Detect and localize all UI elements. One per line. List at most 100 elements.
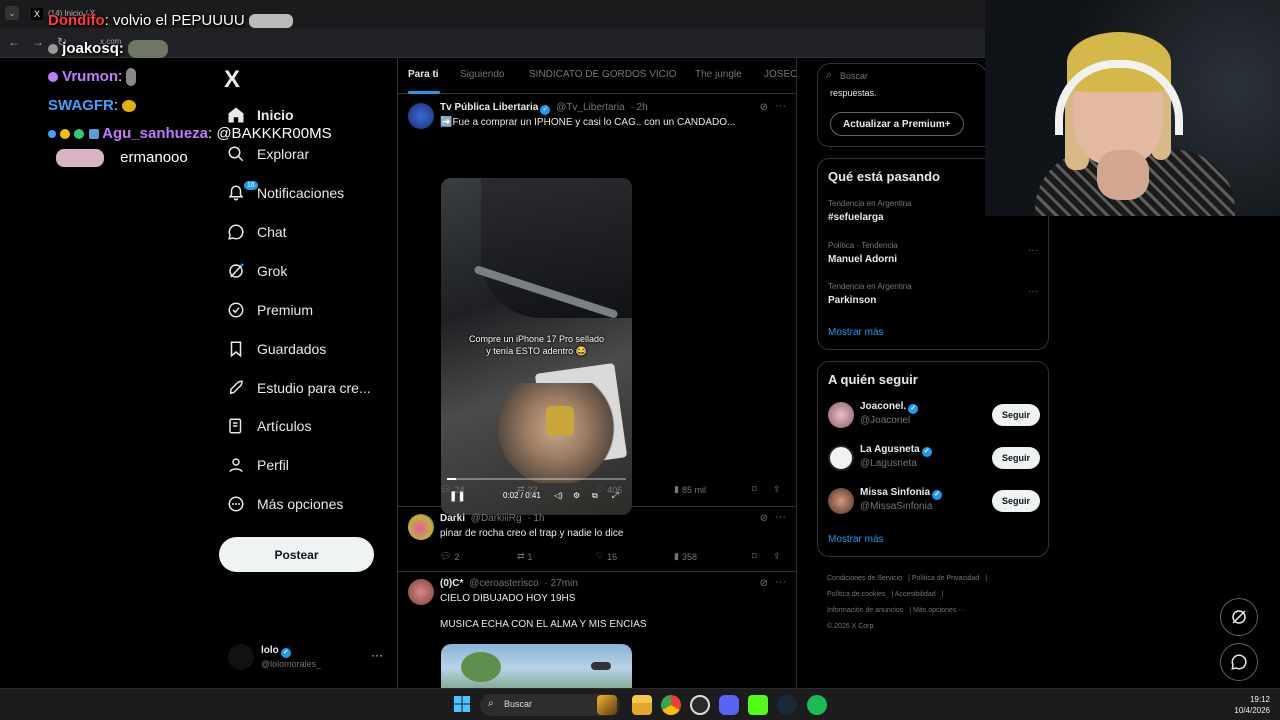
more-dots-icon[interactable]: ··· [371,648,383,662]
avatar[interactable] [408,514,434,540]
nav-profile[interactable]: Perfil [224,450,289,480]
post-button[interactable]: Postear [219,537,374,572]
repost-icon: ⇄ [517,551,525,561]
nav-creator-studio[interactable]: Estudio para cre... [224,373,371,403]
repost-button[interactable]: ⇄ 1 [517,551,533,562]
grok-fab-button[interactable] [1220,598,1258,636]
author-name[interactable]: Tv Pública Libertaria [440,102,538,113]
widget-icon[interactable] [597,695,617,715]
avatar[interactable] [828,402,854,428]
tweet[interactable]: Tv Pública Libertaria ✓ @Tv_Libertaria · … [398,96,796,515]
author-name[interactable]: (0)C* [440,578,463,589]
footer-link[interactable]: Política de Privacidad [912,575,979,582]
steam-icon[interactable] [777,695,797,715]
footer-link[interactable]: Información de anuncios [827,607,903,614]
trend-item[interactable]: Política · Tendencia Manuel Adorni ··· [828,241,1038,271]
grok-icon[interactable]: ⊘ [760,578,768,589]
show-more-trends-link[interactable]: Mostrar más [828,327,884,338]
bookmark-button[interactable]: ⌑ [752,551,757,562]
nav-grok[interactable]: Grok [224,256,287,286]
suggestion-name-text: Joaconel. [860,401,907,412]
tab-following[interactable]: Siguiendo [460,69,504,80]
webcam-overlay [985,0,1280,216]
more-dots-icon[interactable]: ··· [775,100,786,112]
windows-start-icon[interactable] [453,695,473,715]
show-more-follow-link[interactable]: Mostrar más [828,534,884,545]
suggestion-name: Joaconel. ✓ [860,401,919,414]
person-icon [224,453,248,477]
tweet[interactable]: (0)C* @ceroasterisco · 27min ⊘ ··· CIELO… [398,572,796,688]
tweet-time[interactable]: · 1h [527,513,544,524]
nav-chat[interactable]: Chat [224,217,287,247]
views-button[interactable]: ▮ 358 [674,551,697,562]
follow-button[interactable]: Seguir [991,490,1040,512]
tab-for-you[interactable]: Para ti [408,69,439,80]
footer-link[interactable]: Política de cookies [827,591,885,598]
like-button[interactable]: ♡ 16 [596,551,617,562]
nav-more-options[interactable]: Más opciones [224,489,343,519]
follow-suggestion[interactable]: Joaconel. ✓ @Joaconel Seguir [828,398,1040,432]
footer-link[interactable]: Condiciones de Servicio [827,575,902,582]
account-switcher[interactable]: lolo ✓ @lolomorales_ ··· [228,642,388,674]
trend-name: Manuel Adorni [828,254,898,265]
kick-icon[interactable] [748,695,768,715]
views-button[interactable]: ▮ 85 mil [674,484,706,495]
author-handle[interactable]: @ceroasterisco [469,578,539,589]
chat-username: SWAGFR [48,97,114,114]
tweet-header: Tv Pública Libertaria ✓ @Tv_Libertaria · … [440,102,648,115]
more-dots-icon[interactable]: ··· [775,576,786,588]
share-button[interactable]: ⇪ [773,551,781,562]
tweet-image[interactable] [441,644,632,688]
like-button[interactable]: ♡ 406 [596,484,622,495]
tweet-time[interactable]: · 27min [545,578,578,589]
system-clock[interactable]: 19:12 10/4/2026 [1234,694,1270,716]
follow-button[interactable]: Seguir [991,447,1040,469]
author-name[interactable]: Darki [440,513,465,524]
video-player[interactable]: Compre un iPhone 17 Pro sellado y tenía … [441,178,632,515]
tab-list-sindicato[interactable]: SINDICATO DE GORDOS VICIO [529,69,676,80]
tab-list-jungle[interactable]: The jungle [695,69,742,80]
upgrade-premium-button[interactable]: Actualizar a Premium+ [830,112,964,136]
video-progress-bar[interactable] [447,478,626,480]
reply-button[interactable]: 💬︎ 24 [440,484,464,495]
share-button[interactable]: ⇪ [773,484,781,495]
back-icon[interactable]: ← [6,34,22,50]
nav-notifications[interactable]: 16 Notificaciones [224,178,344,208]
follow-suggestion[interactable]: La Agusneta ✓ @Lagusneta Seguir [828,441,1040,475]
avatar[interactable] [828,488,854,514]
avatar[interactable] [408,579,434,605]
tab-search-icon[interactable]: ⌄ [5,6,19,20]
chrome-icon[interactable] [661,695,681,715]
tweet[interactable]: Darki @DarkiiiRg · 1h ⊘ ··· pinar de roc… [398,507,796,572]
repost-icon: ⇄ [517,484,525,494]
more-dots-icon[interactable]: ··· [775,511,786,523]
grok-icon[interactable]: ⊘ [760,102,768,113]
emote-icon [248,14,293,29]
follow-suggestion[interactable]: Missa Sinfonia ✓ @MissaSinfonia Seguir [828,484,1040,518]
author-handle[interactable]: @DarkiiiRg [471,513,522,524]
app-icon[interactable] [690,695,710,715]
footer-link[interactable]: Accesibilidad [895,591,936,598]
footer-links: Condiciones de Servicio | Política de Pri… [827,575,988,630]
avatar[interactable] [408,103,434,129]
discord-icon[interactable] [719,695,739,715]
repost-button[interactable]: ⇄ 22 [517,484,538,495]
footer-link[interactable]: Más opciones ··· [913,607,965,614]
author-handle[interactable]: @Tv_Libertaria [556,102,625,113]
tab-list-joseo[interactable]: JOSEO [764,69,796,80]
nav-articles[interactable]: Artículos [224,411,311,441]
follow-button[interactable]: Seguir [991,404,1040,426]
messages-fab-button[interactable] [1220,643,1258,681]
trend-item[interactable]: Tendencia en Argentina Parkinson ··· [828,282,1038,312]
spotify-icon[interactable] [807,695,827,715]
bookmark-button[interactable]: ⌑ [752,484,757,495]
nav-premium[interactable]: Premium [224,295,313,325]
more-dots-icon[interactable]: ··· [1028,245,1038,256]
tweet-time[interactable]: · 2h [630,102,647,113]
grok-icon[interactable]: ⊘ [760,513,768,524]
file-explorer-icon[interactable] [632,695,652,715]
avatar[interactable] [828,445,854,471]
reply-button[interactable]: 💬︎ 2 [440,551,459,562]
more-dots-icon[interactable]: ··· [1028,286,1038,297]
nav-bookmarks[interactable]: Guardados [224,334,326,364]
